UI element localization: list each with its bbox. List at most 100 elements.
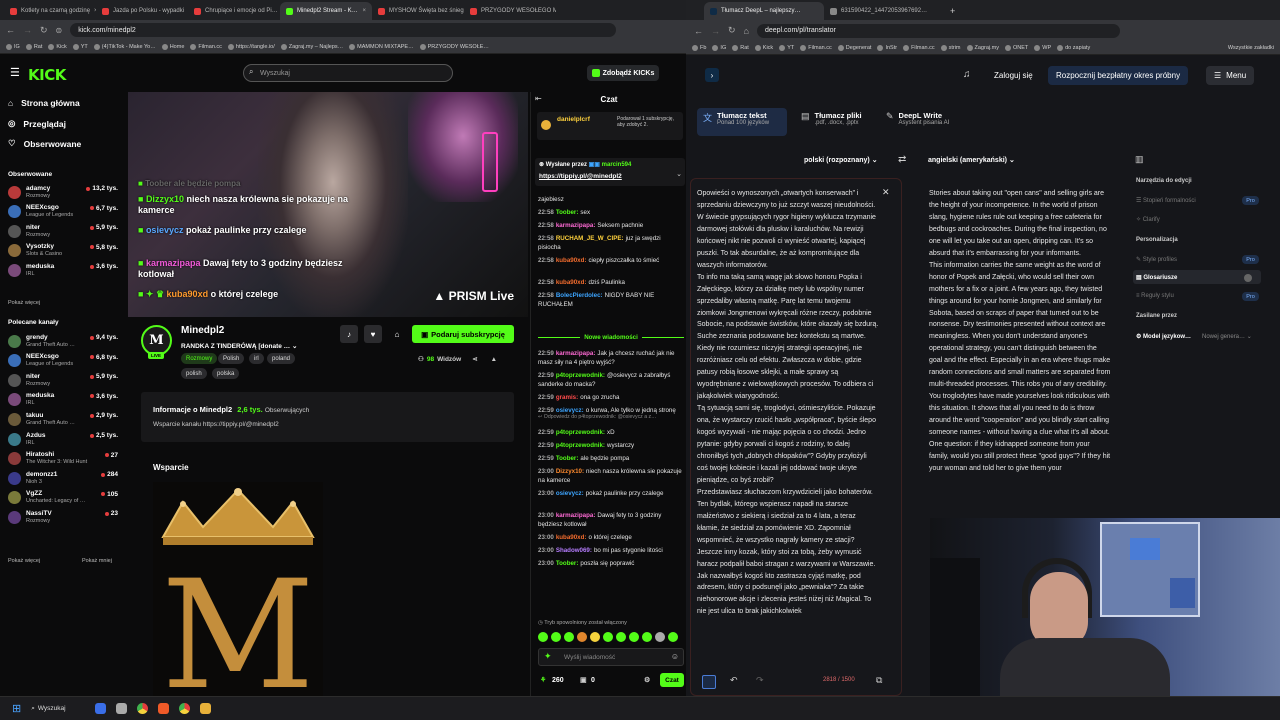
bookmark-item[interactable]: Degenerat bbox=[837, 44, 871, 51]
redo-icon[interactable]: ↷ bbox=[756, 675, 764, 686]
chat-message[interactable]: 23:00 Dizzyx10: niech nasza królewna sie p… bbox=[538, 467, 684, 485]
chat-username[interactable]: kuba90xd: bbox=[556, 279, 587, 286]
bookmark-item[interactable]: ONET bbox=[1004, 44, 1028, 51]
glossary[interactable]: ▤ Glosariusze bbox=[1136, 274, 1177, 281]
swap-languages-icon[interactable]: ⇄ bbox=[898, 154, 906, 165]
browser-tab[interactable]: Kotlety na czarną godzinę × bbox=[4, 2, 96, 20]
emote-icon[interactable] bbox=[564, 632, 574, 642]
bookmark-item[interactable]: strim bbox=[940, 44, 961, 51]
chat-username[interactable]: Shadow069: bbox=[556, 547, 592, 554]
nav-following[interactable]: ♡ Obserwowane bbox=[8, 138, 81, 149]
chat-message[interactable]: 22:59 osievycz: o kurwa, Ale tylko w jedną… bbox=[538, 406, 684, 415]
video-player[interactable]: ■ Toober ale będzie pompa ■ Dizzyx10 nie… bbox=[128, 92, 528, 317]
stream-tag[interactable]: polska bbox=[212, 368, 240, 379]
channel-item[interactable]: adamcy Rozmowy 13,2 tys. bbox=[8, 182, 120, 202]
taskbar-search[interactable]: ⌕ Wyszukaj bbox=[31, 701, 77, 717]
close-icon[interactable]: × bbox=[362, 8, 366, 14]
chat-message[interactable]: 23:00 osievycz: pokaż paulinke przy czaleg… bbox=[538, 489, 684, 498]
pinned-link[interactable]: https://tippiy.pl/@minedpl2 bbox=[539, 173, 622, 180]
chat-message[interactable]: 22:58 kuba90xd: ciepły piszczałka to śmieć bbox=[538, 256, 684, 265]
chat-message[interactable]: 22:59 p4toprzewodnik: xD bbox=[538, 428, 684, 437]
notify-button[interactable]: ♪ bbox=[340, 325, 358, 343]
support-image[interactable]: M bbox=[153, 482, 323, 696]
chat-message[interactable]: 22:59 karmazipapa: Jak ja chcesz ruchać ja… bbox=[538, 349, 684, 367]
new-messages-divider[interactable]: Nowe wiadomości bbox=[538, 333, 685, 342]
emote-icon[interactable] bbox=[577, 632, 587, 642]
hamburger-icon[interactable]: ☰ bbox=[10, 66, 20, 79]
points-icon[interactable]: ⚘ bbox=[540, 676, 546, 684]
emote-icon[interactable] bbox=[603, 632, 613, 642]
chat-input[interactable]: ✦ Wyślij wiadomość ☺ bbox=[538, 648, 684, 666]
settings-icon[interactable]: ⚙ bbox=[644, 676, 650, 684]
tab-deepl-write[interactable]: ✎ DeepL Write Asystent pisania AI bbox=[880, 108, 970, 136]
tab-image[interactable]: 631590422_14472053967692… bbox=[824, 2, 944, 20]
bits-icon[interactable]: ▣ bbox=[580, 676, 587, 684]
bookmark-item[interactable]: IG bbox=[6, 43, 20, 50]
support-link[interactable]: Wsparcie kanału https://tippiy.pl/@mined… bbox=[153, 421, 279, 428]
show-less-link[interactable]: Pokaż mniej bbox=[82, 558, 112, 564]
chat-message[interactable]: 22:59 p4toprzewodnik: @osievycz a zabrałby… bbox=[538, 371, 684, 389]
reload-icon[interactable]: ↻ bbox=[728, 25, 736, 36]
bookmark-item[interactable]: Filman.cc bbox=[190, 43, 222, 50]
chevron-down-icon[interactable]: ⌄ bbox=[676, 170, 682, 178]
emote-icon[interactable] bbox=[590, 632, 600, 642]
bookmark-item[interactable]: WP bbox=[1034, 44, 1051, 51]
bookmark-item[interactable]: Fb bbox=[692, 44, 706, 51]
search-input[interactable]: ⌕ Wyszukaj bbox=[243, 64, 453, 82]
style-rules[interactable]: ≡ Reguły stylu bbox=[1136, 293, 1174, 299]
bookmark-item[interactable]: IG bbox=[712, 44, 726, 51]
channel-item[interactable]: niter Rozmowy 5,9 tys. bbox=[8, 370, 120, 390]
chat-username[interactable]: osievycz: bbox=[556, 490, 584, 497]
channel-item[interactable]: meduska IRL 3,6 tys. bbox=[8, 390, 120, 410]
bookmark-item[interactable]: Rat bbox=[25, 43, 42, 50]
tab-translate-text[interactable]: 文 Tłumacz tekst Ponad 100 języków bbox=[697, 108, 787, 136]
deepl-logo[interactable]: › bbox=[705, 68, 719, 82]
chat-message[interactable]: 22:58 BolecPierdolec: NIGDY BABY NIE RUCHA… bbox=[538, 291, 684, 309]
bookmark-item[interactable]: https://tangle.io/ bbox=[227, 43, 275, 50]
bookmark-item[interactable]: MAMMON MIXTAPE… bbox=[349, 43, 414, 50]
tab-translate-files[interactable]: ▤ Tłumacz pliki .pdf, .docx, .pptx bbox=[795, 108, 875, 136]
chrome-icon[interactable] bbox=[137, 703, 149, 714]
chat-username[interactable]: Toober: bbox=[556, 455, 579, 462]
channel-item[interactable]: NassiTV Rozmowy 23 bbox=[8, 507, 120, 527]
bookmark-item[interactable]: (4)TikTok - Make Yo… bbox=[93, 43, 156, 50]
new-tab-icon[interactable]: + bbox=[950, 6, 955, 16]
chat-username[interactable]: Toober: bbox=[556, 560, 579, 567]
follow-button[interactable]: ♥ bbox=[364, 325, 382, 343]
channel-item[interactable]: demonzz1 Nioh 3 284 bbox=[8, 468, 120, 488]
channel-item[interactable]: niter Rozmowy 5,9 tys. bbox=[8, 221, 120, 241]
chat-message[interactable]: 23:00 Shadow069: bo mi pas stygonie litośc… bbox=[538, 546, 684, 555]
style-profiles[interactable]: ✎ Style profiles bbox=[1136, 256, 1177, 263]
chat-message[interactable]: 23:00 kuba90xd: o której czelege bbox=[538, 533, 684, 542]
chat-username[interactable]: p4toprzewodnik: bbox=[556, 429, 605, 436]
gift-sub-button[interactable]: ▣ Podaruj subskrypcję bbox=[412, 325, 514, 343]
show-more-link[interactable]: Pokaż więcej bbox=[8, 300, 40, 306]
stream-tag[interactable]: polish bbox=[181, 368, 207, 379]
chat-message[interactable]: 22:59 p4toprzewodnik: wystarczy bbox=[538, 441, 684, 450]
glossary-toggle[interactable] bbox=[1244, 274, 1252, 282]
chat-message[interactable]: 23:00 Toober: poszła się poprawić bbox=[538, 559, 684, 568]
menu-button[interactable]: ☰ Menu bbox=[1206, 66, 1255, 85]
chat-message[interactable]: 22:58 kuba90xd: dziś Paulinka bbox=[538, 278, 684, 287]
forward-icon[interactable]: → bbox=[23, 25, 32, 35]
bookmark-item[interactable]: Home bbox=[161, 43, 184, 50]
bookmark-item[interactable]: Zagraj.my bbox=[966, 44, 999, 51]
home-icon[interactable]: ⌂ bbox=[744, 26, 749, 36]
report-icon[interactable]: ▲ bbox=[491, 356, 497, 363]
chrome-icon[interactable] bbox=[179, 703, 191, 714]
chat-username[interactable]: karmazipapa: bbox=[556, 350, 596, 357]
trial-button[interactable]: Rozpocznij bezpłatny okres próbny bbox=[1048, 66, 1189, 85]
undo-icon[interactable]: ↶ bbox=[730, 675, 738, 686]
chat-username[interactable]: p4toprzewodnik: bbox=[556, 372, 605, 379]
select-icon[interactable] bbox=[702, 675, 716, 689]
back-icon[interactable]: ← bbox=[694, 26, 703, 36]
browser-tab[interactable]: Minedpl2 Stream - K… × bbox=[280, 2, 372, 20]
chat-message[interactable]: 22:58 RUCHAM_JE_W_CIPE: juz ja swędzi pisi… bbox=[538, 234, 684, 252]
send-chat-button[interactable]: Czat bbox=[660, 673, 684, 687]
site-info-icon[interactable]: ⊜ bbox=[56, 26, 63, 35]
chat-message[interactable]: zajebiesz bbox=[538, 195, 684, 204]
bookmark-item[interactable]: do zapiaty bbox=[1057, 44, 1090, 51]
chat-username[interactable]: karmazipapa: bbox=[556, 222, 596, 229]
bookmark-item[interactable]: Zagraj.my – Najleps… bbox=[280, 43, 343, 50]
channel-item[interactable]: takuu Grand Theft Auto … 2,9 tys. bbox=[8, 409, 120, 429]
